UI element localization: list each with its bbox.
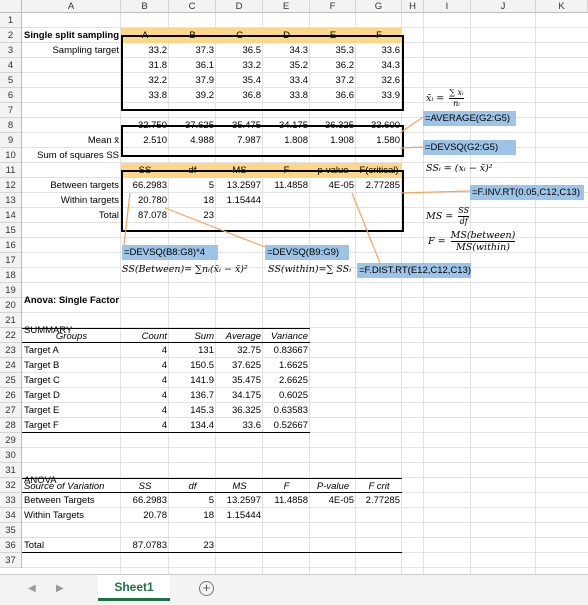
pointer-devsq-within xyxy=(164,207,266,248)
pointer-devsq xyxy=(399,146,424,149)
sheet-tab-bar: ◀ ▶ Sheet1 + xyxy=(0,574,588,605)
pointer-devsq-between xyxy=(123,192,131,246)
spreadsheet-grid[interactable]: ABCDEFGHIJK 1 2 3 4 5 6 7 8 9 10 11 12 13 14 15 16 17 18 1… xyxy=(0,0,588,574)
pointer-average xyxy=(399,116,424,134)
sheet1-tab[interactable]: Sheet1 xyxy=(98,575,170,601)
pointer-lines xyxy=(123,116,471,264)
scroll-right-icon[interactable]: ▶ xyxy=(56,583,64,594)
pointer-fdist xyxy=(351,192,381,264)
scroll-left-icon[interactable]: ◀ xyxy=(28,583,36,594)
pointer-finv xyxy=(400,190,471,194)
add-sheet-icon[interactable]: + xyxy=(199,581,214,596)
